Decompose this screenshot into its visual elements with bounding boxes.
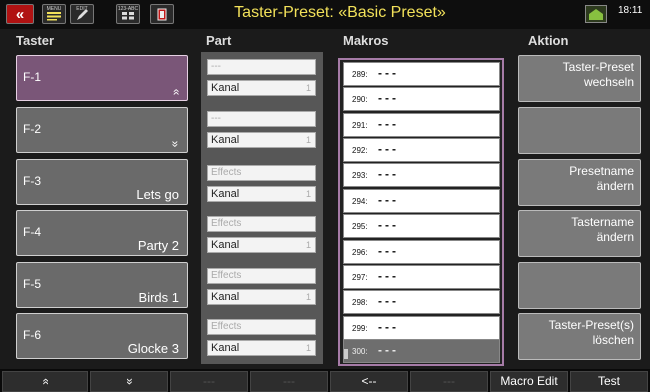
header-aktion: Aktion	[528, 33, 569, 48]
part-kanal: Kanal 1	[207, 80, 316, 96]
makro-slot[interactable]: 289: ---	[343, 62, 500, 86]
header-taster: Taster	[16, 33, 55, 48]
part-column	[201, 52, 323, 364]
empty-softkey[interactable]: ---	[250, 371, 328, 392]
taster-button-f3[interactable]: F-3 Lets go	[16, 159, 188, 205]
menu-button[interactable]: MENU	[42, 4, 66, 24]
taster-name: F-4	[23, 225, 41, 239]
page-title: Taster-Preset: «Basic Preset»	[234, 4, 446, 21]
makro-slot[interactable]: 300: ---	[343, 339, 500, 363]
taster-button-f1[interactable]: F-1 »	[16, 55, 188, 101]
taster-name: F-3	[23, 174, 41, 188]
part-item[interactable]: Effects Kanal 1	[207, 268, 316, 306]
page-up-button[interactable]: »	[2, 371, 88, 392]
taster-button-f5[interactable]: F-5 Birds 1	[16, 262, 188, 308]
part-type: ---	[207, 59, 316, 75]
part-item[interactable]: --- Kanal 1	[207, 111, 316, 149]
part-item[interactable]: Effects Kanal 1	[207, 216, 316, 254]
part-type: Effects	[207, 268, 316, 284]
part-type: ---	[207, 111, 316, 127]
delete-button[interactable]	[150, 4, 174, 24]
part-kanal: Kanal 1	[207, 237, 316, 253]
part-item[interactable]: --- Kanal 1	[207, 59, 316, 97]
test-button[interactable]: Test	[570, 371, 648, 392]
header-part: Part	[206, 33, 232, 48]
part-kanal: Kanal 1	[207, 289, 316, 305]
aktion-preset-loeschen-button[interactable]: Taster-Preset(s) löschen	[518, 313, 641, 360]
page-down-button[interactable]: »	[90, 371, 168, 392]
back-button[interactable]: «	[6, 4, 34, 24]
empty-softkey[interactable]: ---	[410, 371, 488, 392]
makro-slot[interactable]: 293: ---	[343, 163, 500, 187]
header-makros: Makros	[343, 33, 389, 48]
chevron-up-icon: »	[37, 378, 52, 385]
taster-name: F-5	[23, 277, 41, 291]
taster-preset: Glocke 3	[127, 341, 179, 356]
chevron-down-icon: »	[168, 140, 183, 148]
menu-label: MENU	[46, 6, 62, 12]
scroll-marker	[344, 349, 348, 359]
edit-button[interactable]: EDIT	[70, 4, 94, 24]
makro-slot[interactable]: 296: ---	[343, 240, 500, 264]
part-type: Effects	[207, 165, 316, 181]
part-kanal: Kanal 1	[207, 186, 316, 202]
trash-icon	[157, 8, 167, 21]
part-kanal: Kanal 1	[207, 340, 316, 356]
makro-slot[interactable]: 299: ---	[343, 316, 500, 340]
taster-button-f4[interactable]: F-4 Party 2	[16, 210, 188, 256]
part-item[interactable]: Effects Kanal 1	[207, 319, 316, 357]
makro-slot[interactable]: 294: ---	[343, 189, 500, 213]
multi-label: 123-ABC	[117, 6, 139, 12]
makro-slot[interactable]: 291: ---	[343, 113, 500, 137]
taster-preset: Party 2	[137, 238, 179, 253]
aktion-empty-button[interactable]	[518, 107, 641, 154]
clock: 18:11	[618, 5, 643, 16]
shift-icon	[589, 9, 603, 20]
taster-name: F-6	[23, 328, 41, 342]
edit-label: EDIT	[76, 6, 88, 12]
makro-slot[interactable]: 290: ---	[343, 87, 500, 111]
back-arrow-button[interactable]: <--	[330, 371, 408, 392]
aktion-tastername-aendern-button[interactable]: Tastername ändern	[518, 210, 641, 257]
multi-button[interactable]: 123-ABC	[116, 4, 140, 24]
taster-preset: Birds 1	[138, 290, 179, 305]
part-type: Effects	[207, 319, 316, 335]
taster-name: F-2	[23, 122, 41, 136]
taster-button-f6[interactable]: F-6 Glocke 3	[16, 313, 188, 359]
aktion-empty-button[interactable]	[518, 262, 641, 309]
part-type: Effects	[207, 216, 316, 232]
shift-button[interactable]	[585, 5, 607, 23]
makro-slot[interactable]: 295: ---	[343, 214, 500, 238]
part-kanal: Kanal 1	[207, 132, 316, 148]
part-item[interactable]: Effects Kanal 1	[207, 165, 316, 203]
makro-slot[interactable]: 292: ---	[343, 138, 500, 162]
aktion-preset-wechseln-button[interactable]: Taster-Preset wechseln	[518, 55, 641, 102]
taster-button-f2[interactable]: F-2 »	[16, 107, 188, 153]
taster-preset: Lets go	[136, 187, 179, 202]
macro-edit-button[interactable]: Macro Edit	[490, 371, 568, 392]
chevron-up-icon: »	[168, 88, 183, 96]
makro-slot[interactable]: 298: ---	[343, 290, 500, 314]
taster-name: F-1	[23, 70, 41, 84]
empty-softkey[interactable]: ---	[170, 371, 248, 392]
makro-slot[interactable]: 297: ---	[343, 265, 500, 289]
aktion-presetname-aendern-button[interactable]: Presetname ändern	[518, 159, 641, 206]
chevron-down-icon: »	[122, 378, 137, 385]
